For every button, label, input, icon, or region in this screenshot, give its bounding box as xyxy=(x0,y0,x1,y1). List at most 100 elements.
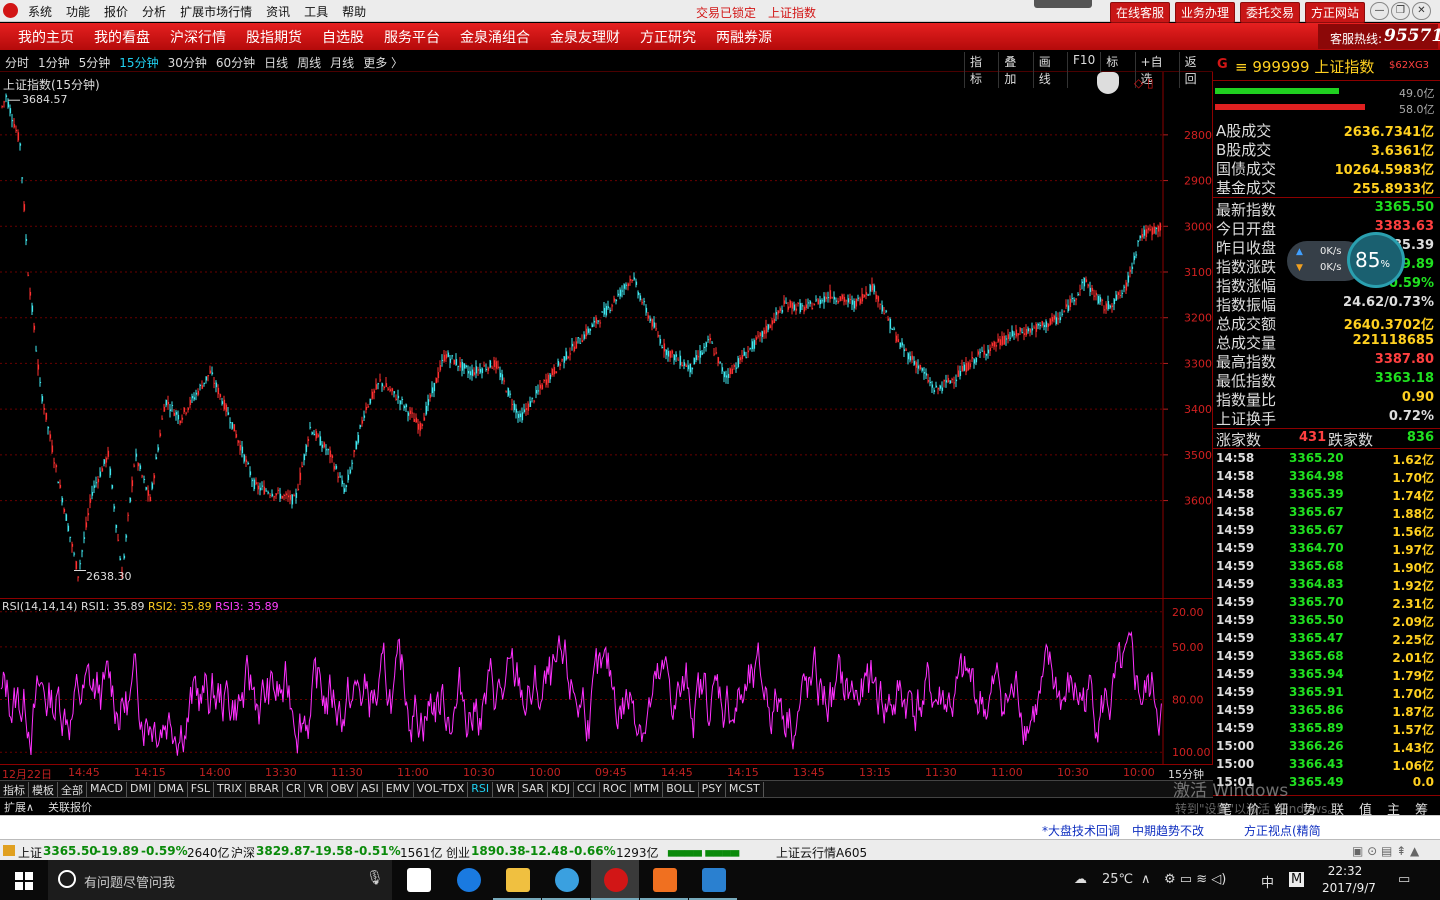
menu-item-tools[interactable]: 工具 xyxy=(304,3,328,20)
activate-windows-title: 激活 Windows xyxy=(1173,781,1289,801)
cortana-search[interactable]: 有问题尽管问我 🎙 xyxy=(48,860,392,900)
news-item-1[interactable]: *大盘技术回调 xyxy=(1042,822,1120,839)
nav-home[interactable]: 我的主页 xyxy=(18,27,74,47)
related-quote-button[interactable]: 关联报价 xyxy=(48,799,92,815)
candle-body xyxy=(195,392,198,395)
period-tab[interactable]: 日线 xyxy=(264,54,288,71)
microphone-icon[interactable]: 🎙 xyxy=(366,870,384,886)
indicator-tab[interactable]: OBV xyxy=(328,782,358,798)
period-tab[interactable]: 更多 〉 xyxy=(363,54,403,71)
system-clock[interactable]: 22:32 2017/9/7 xyxy=(1322,863,1376,897)
indicator-tab[interactable]: RSI xyxy=(468,782,494,798)
indicator-tab[interactable]: 模板 xyxy=(29,782,58,798)
website-button[interactable]: 方正网站 xyxy=(1305,2,1366,23)
menu-item-ext-market[interactable]: 扩展市场行情 xyxy=(180,3,252,20)
period-tab[interactable]: 周线 xyxy=(297,54,321,71)
trading-app-icon[interactable] xyxy=(591,860,639,900)
windows-start-icon[interactable] xyxy=(15,872,33,890)
hs-name[interactable]: 沪深 xyxy=(231,844,255,861)
weather-icon[interactable]: ☁ xyxy=(1074,872,1087,887)
indicator-tab[interactable]: PSY xyxy=(699,782,726,798)
weather-temp[interactable]: 25℃ xyxy=(1102,872,1133,887)
period-tab[interactable]: 5分钟 xyxy=(79,54,111,71)
indicator-tab[interactable]: CR xyxy=(283,782,306,798)
explorer-app-icon[interactable] xyxy=(493,860,541,900)
period-tab[interactable]: 60分钟 xyxy=(216,54,255,71)
minimize-icon[interactable]: — xyxy=(1370,2,1389,20)
status-tools-icon[interactable]: ▣ ⊙ ▤ ⇞ ▲ xyxy=(1352,844,1419,858)
nav-my-view[interactable]: 我的看盘 xyxy=(94,27,150,47)
rsi-panel[interactable]: 100.00 80.00 50.00 20.00 RSI(14,14,14) RSI1… xyxy=(0,598,1213,765)
kline-chart[interactable]: 3600 3500 3400 3300 3200 3100 3000 2900 2800 xyxy=(0,72,1213,598)
expand-button[interactable]: 扩展∧ xyxy=(4,799,34,815)
indicator-tab[interactable]: WR xyxy=(493,782,519,798)
notification-icon[interactable]: ▭ xyxy=(1398,872,1410,887)
indicator-tab[interactable]: BOLL xyxy=(663,782,699,798)
nav-portfolio[interactable]: 金泉涌组合 xyxy=(460,27,530,47)
sh-name[interactable]: 上证 xyxy=(18,844,42,861)
network-speed-widget[interactable]: ▲ ▼ 0K/s 0K/s 85% xyxy=(1287,232,1405,288)
indicator-tab[interactable]: MACD xyxy=(87,782,127,798)
rsi-chart[interactable]: 100.00 80.00 50.00 20.00 xyxy=(0,599,1213,765)
menu-item-analysis[interactable]: 分析 xyxy=(142,3,166,20)
indicator-tab[interactable]: CCI xyxy=(574,782,600,798)
indicator-tab[interactable]: 全部 xyxy=(58,782,87,798)
indicator-tab[interactable]: MCST xyxy=(726,782,764,798)
indicator-tab[interactable]: BRAR xyxy=(246,782,284,798)
indicator-tab[interactable]: ASI xyxy=(358,782,383,798)
mouse-icon[interactable] xyxy=(1097,72,1119,94)
edge-app-icon[interactable] xyxy=(444,860,492,900)
nav-wealth[interactable]: 金泉友理财 xyxy=(550,27,620,47)
period-tab[interactable]: 15分钟 xyxy=(119,54,158,71)
nav-index-futures[interactable]: 股指期货 xyxy=(246,27,302,47)
writer-app-icon[interactable] xyxy=(689,860,737,900)
indicator-tab[interactable]: MTM xyxy=(631,782,664,798)
indicator-tab[interactable]: DMI xyxy=(127,782,156,798)
ie-app-icon[interactable] xyxy=(542,860,590,900)
indicator-tab[interactable]: VR xyxy=(305,782,328,798)
close-icon[interactable]: ✕ xyxy=(1412,2,1431,20)
ime-mode[interactable]: M xyxy=(1289,872,1305,887)
hotline-banner[interactable]: 客服热线: 95571 xyxy=(1318,24,1440,49)
period-tab[interactable]: 月线 xyxy=(330,54,354,71)
slides-app-icon[interactable] xyxy=(640,860,688,900)
online-service-button[interactable]: 在线客服 xyxy=(1110,2,1171,23)
trade-lock-status[interactable]: 交易已锁定 xyxy=(696,4,756,21)
nav-hs-market[interactable]: 沪深行情 xyxy=(170,27,226,47)
indicator-tab[interactable]: 指标 xyxy=(0,782,29,798)
period-tab[interactable]: 30分钟 xyxy=(168,54,207,71)
menu-item-quote[interactable]: 报价 xyxy=(104,3,128,20)
indicator-tab[interactable]: SAR xyxy=(519,782,549,798)
menu-item-news[interactable]: 资讯 xyxy=(266,3,290,20)
layout-toggle-icon[interactable]: ◇ ▯ xyxy=(1134,76,1154,90)
cy-name[interactable]: 创业 xyxy=(446,844,470,861)
trade-order-button[interactable]: 委托交易 xyxy=(1240,2,1301,23)
menu-item-system[interactable]: 系统 xyxy=(28,3,52,20)
indicator-tab[interactable]: DMA xyxy=(155,782,188,798)
news-item-2[interactable]: 中期趋势不改 xyxy=(1132,822,1204,839)
period-tab[interactable]: 分时 xyxy=(5,54,29,71)
tray-apps-icon[interactable]: ⚙ ▭ ≋ ◁) xyxy=(1164,872,1226,887)
period-tab[interactable]: 1分钟 xyxy=(38,54,70,71)
indicator-tab[interactable]: EMV xyxy=(383,782,414,798)
toolbar-tray-handle[interactable] xyxy=(1034,0,1092,8)
store-app-icon[interactable] xyxy=(394,860,442,900)
nav-service-platform[interactable]: 服务平台 xyxy=(384,27,440,47)
menu-item-function[interactable]: 功能 xyxy=(66,3,90,20)
indicator-tab[interactable]: KDJ xyxy=(548,782,574,798)
indicator-tab[interactable]: TRIX xyxy=(214,782,247,798)
cloud-quote-label[interactable]: 上证云行情A605 xyxy=(776,844,867,861)
nav-margin[interactable]: 两融券源 xyxy=(716,27,772,47)
restore-icon[interactable]: ❐ xyxy=(1391,2,1410,20)
ime-indicator[interactable]: 中 xyxy=(1261,872,1274,891)
menu-item-help[interactable]: 帮助 xyxy=(342,3,366,20)
indicator-tab[interactable]: ROC xyxy=(600,782,631,798)
indicator-tab[interactable]: VOL-TDX xyxy=(414,782,469,798)
indicator-tab[interactable]: FSL xyxy=(188,782,214,798)
nav-watchlist[interactable]: 自选股 xyxy=(322,27,364,47)
kline-chart-panel[interactable]: 3600 3500 3400 3300 3200 3100 3000 2900 2800 上证指… xyxy=(0,72,1213,598)
g-marker[interactable]: G xyxy=(1217,57,1228,72)
business-button[interactable]: 业务办理 xyxy=(1175,2,1236,23)
tray-expand-icon[interactable]: ∧ xyxy=(1141,872,1151,887)
nav-research[interactable]: 方正研究 xyxy=(640,27,696,47)
